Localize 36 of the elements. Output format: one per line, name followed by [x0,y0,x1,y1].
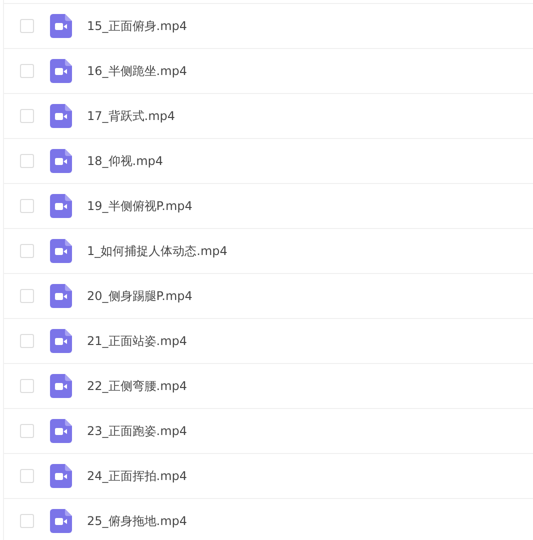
video-file-icon [50,104,72,128]
video-file-icon [50,509,72,533]
file-name[interactable]: 1_如何捕捉人体动态.mp4 [87,242,228,260]
checkbox[interactable] [20,514,34,528]
file-name[interactable]: 16_半侧跪坐.mp4 [87,62,188,80]
video-file-icon [50,14,72,38]
file-name[interactable]: 15_正面俯身.mp4 [87,17,188,35]
file-name[interactable]: 17_背跃式.mp4 [87,107,176,125]
video-file-icon [50,239,72,263]
file-name[interactable]: 21_正面站姿.mp4 [87,332,188,350]
file-name[interactable]: 20_侧身踢腿P.mp4 [87,287,192,305]
video-file-icon [50,59,72,83]
checkbox[interactable] [20,244,34,258]
video-file-icon [50,329,72,353]
video-file-icon [50,419,72,443]
file-name[interactable]: 23_正面跑姿.mp4 [87,422,188,440]
checkbox[interactable] [20,19,34,33]
checkbox[interactable] [20,334,34,348]
checkbox[interactable] [20,154,34,168]
file-name[interactable]: 22_正侧弯腰.mp4 [87,377,188,395]
video-file-icon [50,284,72,308]
file-name[interactable]: 19_半侧俯视P.mp4 [87,197,192,215]
checkbox[interactable] [20,199,34,213]
checkbox[interactable] [20,289,34,303]
video-file-icon [50,464,72,488]
file-name[interactable]: 24_正面挥拍.mp4 [87,467,188,485]
file-name[interactable]: 25_俯身拖地.mp4 [87,512,188,530]
checkbox[interactable] [20,379,34,393]
video-file-icon [50,149,72,173]
checkbox[interactable] [20,109,34,123]
video-file-icon [50,194,72,218]
file-name[interactable]: 18_仰视.mp4 [87,152,164,170]
checkbox[interactable] [20,424,34,438]
video-file-icon [50,374,72,398]
checkbox[interactable] [20,469,34,483]
checkbox[interactable] [20,64,34,78]
